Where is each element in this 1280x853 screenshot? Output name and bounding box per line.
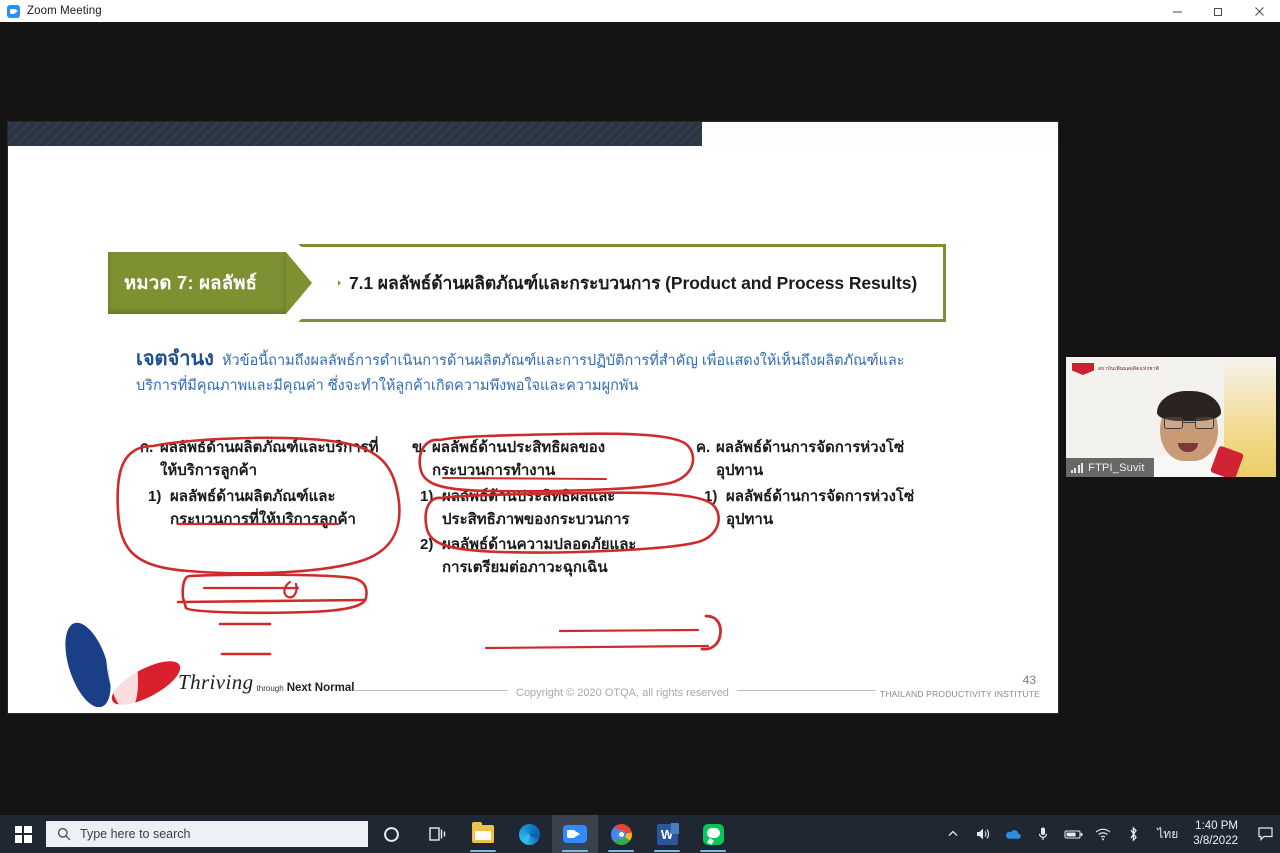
- column-b-item-1: 1) ผลลัพธ์ด้านประสิทธิผลและประสิทธิภาพขอ…: [412, 485, 656, 532]
- running-indicator: [562, 849, 588, 852]
- windows-start-icon[interactable]: [0, 815, 46, 853]
- google-chrome-icon: [610, 823, 632, 845]
- column-b-item-1-marker: 1): [420, 487, 434, 505]
- battery-icon[interactable]: [1058, 815, 1088, 853]
- thriving-brand: Thriving through Next Normal: [178, 670, 354, 695]
- column-b-marker: ข.: [412, 439, 427, 456]
- column-c: ค. ผลลัพธ์ด้านการจัดการห่วงโซ่อุปทาน 1) …: [696, 436, 940, 580]
- window-title: Zoom Meeting: [27, 5, 102, 17]
- slide-title: 7.1 ผลลัพธ์ด้านผลิตภัณฑ์และกระบวนการ (Pr…: [349, 273, 918, 293]
- slide-footer: Thriving through Next Normal Copyright ©…: [8, 622, 1058, 713]
- cortana-icon[interactable]: [368, 815, 414, 853]
- column-b-item-2-marker: 2): [420, 536, 434, 553]
- intent-text: หัวข้อนี้ถามถึงผลลัพธ์การดำเนินการด้านผล…: [136, 353, 905, 395]
- column-c-item-1-text: ผลลัพธ์ด้านการจัดการห่วงโซ่อุปทาน: [726, 487, 915, 528]
- search-icon: [58, 828, 71, 841]
- column-a-item-1-text: ผลลัพธ์ด้านผลิตภัณฑ์และกระบวนการที่ให้บร…: [170, 487, 356, 528]
- copyright-text: Copyright © 2020 OTQA, all rights reserv…: [508, 687, 737, 699]
- minimize-icon[interactable]: [1157, 0, 1198, 22]
- category-tab-label: หมวด 7: ผลลัพธ์: [124, 271, 258, 293]
- slide-header-banner: 7.1 ผลลัพธ์ด้านผลิตภัณฑ์และกระบวนการ (Pr…: [108, 244, 946, 322]
- banner-emblem-icon: [1072, 363, 1094, 375]
- line-icon: [702, 823, 724, 845]
- participant-name-badge: FTPI_Suvit: [1066, 458, 1154, 477]
- taskbar-app-google-chrome[interactable]: [598, 815, 644, 853]
- column-b-item-2-text: ผลลัพธ์ด้านความปลอดภัยและการเตรียมต่อภาว…: [442, 536, 637, 577]
- file-explorer-icon: [472, 822, 494, 843]
- window-title-bar: Zoom Meeting: [0, 0, 1280, 23]
- microsoft-edge-icon: [518, 823, 540, 845]
- task-view-icon[interactable]: [414, 815, 460, 853]
- search-placeholder: Type here to search: [80, 827, 191, 841]
- slide-page-number: 43: [1022, 673, 1036, 687]
- column-b-item-1-text: ผลลัพธ์ด้านประสิทธิผลและประสิทธิภาพของกร…: [442, 487, 630, 528]
- intent-block: เจตจำนง หัวข้อนี้ถามถึงผลลัพธ์การดำเนินกา…: [136, 342, 936, 400]
- running-indicator: [654, 849, 680, 852]
- action-center-icon[interactable]: [1250, 815, 1280, 853]
- clock-date: 3/8/2022: [1193, 835, 1238, 847]
- presentation-slide: 7.1 ผลลัพธ์ด้านผลิตภัณฑ์และกระบวนการ (Pr…: [8, 146, 1058, 713]
- participant-glasses: [1164, 417, 1214, 429]
- title-bar-left: Zoom Meeting: [0, 4, 1157, 18]
- participant-name-text: FTPI_Suvit: [1088, 461, 1145, 474]
- zoom-icon: [563, 825, 587, 843]
- clock[interactable]: 1:40 PM 3/8/2022: [1187, 819, 1250, 849]
- window-controls: [1157, 0, 1280, 22]
- wifi-icon[interactable]: [1088, 815, 1118, 853]
- column-c-marker: ค.: [696, 439, 711, 456]
- microphone-icon[interactable]: [1028, 815, 1058, 853]
- taskbar-app-file-explorer[interactable]: [460, 815, 506, 853]
- volume-icon[interactable]: [968, 815, 998, 853]
- signal-bars-icon: [1071, 462, 1084, 473]
- slide-title-banner: 7.1 ผลลัพธ์ด้านผลิตภัณฑ์และกระบวนการ (Pr…: [298, 244, 946, 322]
- participant-figure: [1144, 391, 1245, 477]
- participant-video-tile[interactable]: สถาบันเพิ่มผลผลิตแห่งชาติ FTPI_Suvit: [1064, 355, 1278, 479]
- column-b-heading-text: ผลลัพธ์ด้านประสิทธิผลของกระบวนการทำงาน: [432, 439, 606, 480]
- onedrive-icon[interactable]: [998, 815, 1028, 853]
- category-tab: หมวด 7: ผลลัพธ์: [108, 252, 286, 314]
- column-b-item-2: 2) ผลลัพธ์ด้านความปลอดภัยและการเตรียมต่อ…: [412, 533, 656, 580]
- shared-window-topbar: [8, 122, 702, 146]
- column-c-heading: ค. ผลลัพธ์ด้านการจัดการห่วงโซ่อุปทาน: [696, 436, 940, 483]
- video-wall-banner: สถาบันเพิ่มผลผลิตแห่งชาติ: [1072, 361, 1222, 377]
- search-input[interactable]: Type here to search: [46, 821, 368, 847]
- restore-icon[interactable]: [1198, 0, 1239, 22]
- column-a-item-1-marker: 1): [148, 487, 162, 505]
- column-c-item-1-marker: 1): [704, 487, 718, 505]
- intent-label: เจตจำนง: [136, 348, 214, 370]
- running-indicator: [608, 849, 634, 852]
- slide-columns: ก. ผลลัพธ์ด้านผลิตภัณฑ์และบริการที่ให้บร…: [140, 436, 940, 580]
- close-icon[interactable]: [1239, 0, 1280, 22]
- taskbar-app-zoom[interactable]: [552, 815, 598, 853]
- next-normal-text: Next Normal: [286, 682, 355, 694]
- column-a: ก. ผลลัพธ์ด้านผลิตภัณฑ์และบริการที่ให้บร…: [140, 436, 384, 580]
- running-indicator: [470, 849, 496, 852]
- column-a-heading: ก. ผลลัพธ์ด้านผลิตภัณฑ์และบริการที่ให้บร…: [140, 436, 384, 483]
- windows-taskbar: Type here to search W ไทย 1:40 PM 3/8/20…: [0, 815, 1280, 853]
- category-tab-arrow-icon: [286, 252, 312, 314]
- banner-text: สถาบันเพิ่มผลผลิตแห่งชาติ: [1098, 366, 1160, 372]
- zoom-icon: [7, 4, 20, 18]
- column-b: ข. ผลลัพธ์ด้านประสิทธิผลของกระบวนการทำงา…: [412, 436, 656, 580]
- taskbar-app-microsoft-edge[interactable]: [506, 815, 552, 853]
- column-a-marker: ก.: [140, 439, 154, 456]
- bluetooth-icon[interactable]: [1118, 815, 1148, 853]
- column-a-heading-text: ผลลัพธ์ด้านผลิตภัณฑ์และบริการที่ให้บริกา…: [160, 439, 379, 480]
- show-hidden-icons-icon[interactable]: [938, 815, 968, 853]
- running-indicator: [700, 849, 726, 852]
- taskbar-app-microsoft-word[interactable]: W: [644, 815, 690, 853]
- system-tray: ไทย 1:40 PM 3/8/2022: [938, 815, 1280, 853]
- thriving-through-text: through: [256, 684, 284, 693]
- column-a-item-1: 1) ผลลัพธ์ด้านผลิตภัณฑ์และกระบวนการที่ให…: [140, 485, 384, 532]
- microsoft-word-icon: W: [656, 822, 679, 845]
- clock-time: 1:40 PM: [1195, 819, 1238, 832]
- language-indicator[interactable]: ไทย: [1148, 825, 1187, 844]
- column-c-heading-text: ผลลัพธ์ด้านการจัดการห่วงโซ่อุปทาน: [716, 439, 905, 480]
- institute-name-text: THAILAND PRODUCTIVITY INSTITUTE: [875, 689, 1044, 699]
- shared-screen-area[interactable]: 7.1 ผลลัพธ์ด้านผลิตภัณฑ์และกระบวนการ (Pr…: [8, 122, 1058, 713]
- column-b-heading: ข. ผลลัพธ์ด้านประสิทธิผลของกระบวนการทำงา…: [412, 436, 656, 483]
- column-c-item-1: 1) ผลลัพธ์ด้านการจัดการห่วงโซ่อุปทาน: [696, 485, 940, 532]
- taskbar-app-line[interactable]: [690, 815, 736, 853]
- thriving-script-text: Thriving: [178, 670, 254, 694]
